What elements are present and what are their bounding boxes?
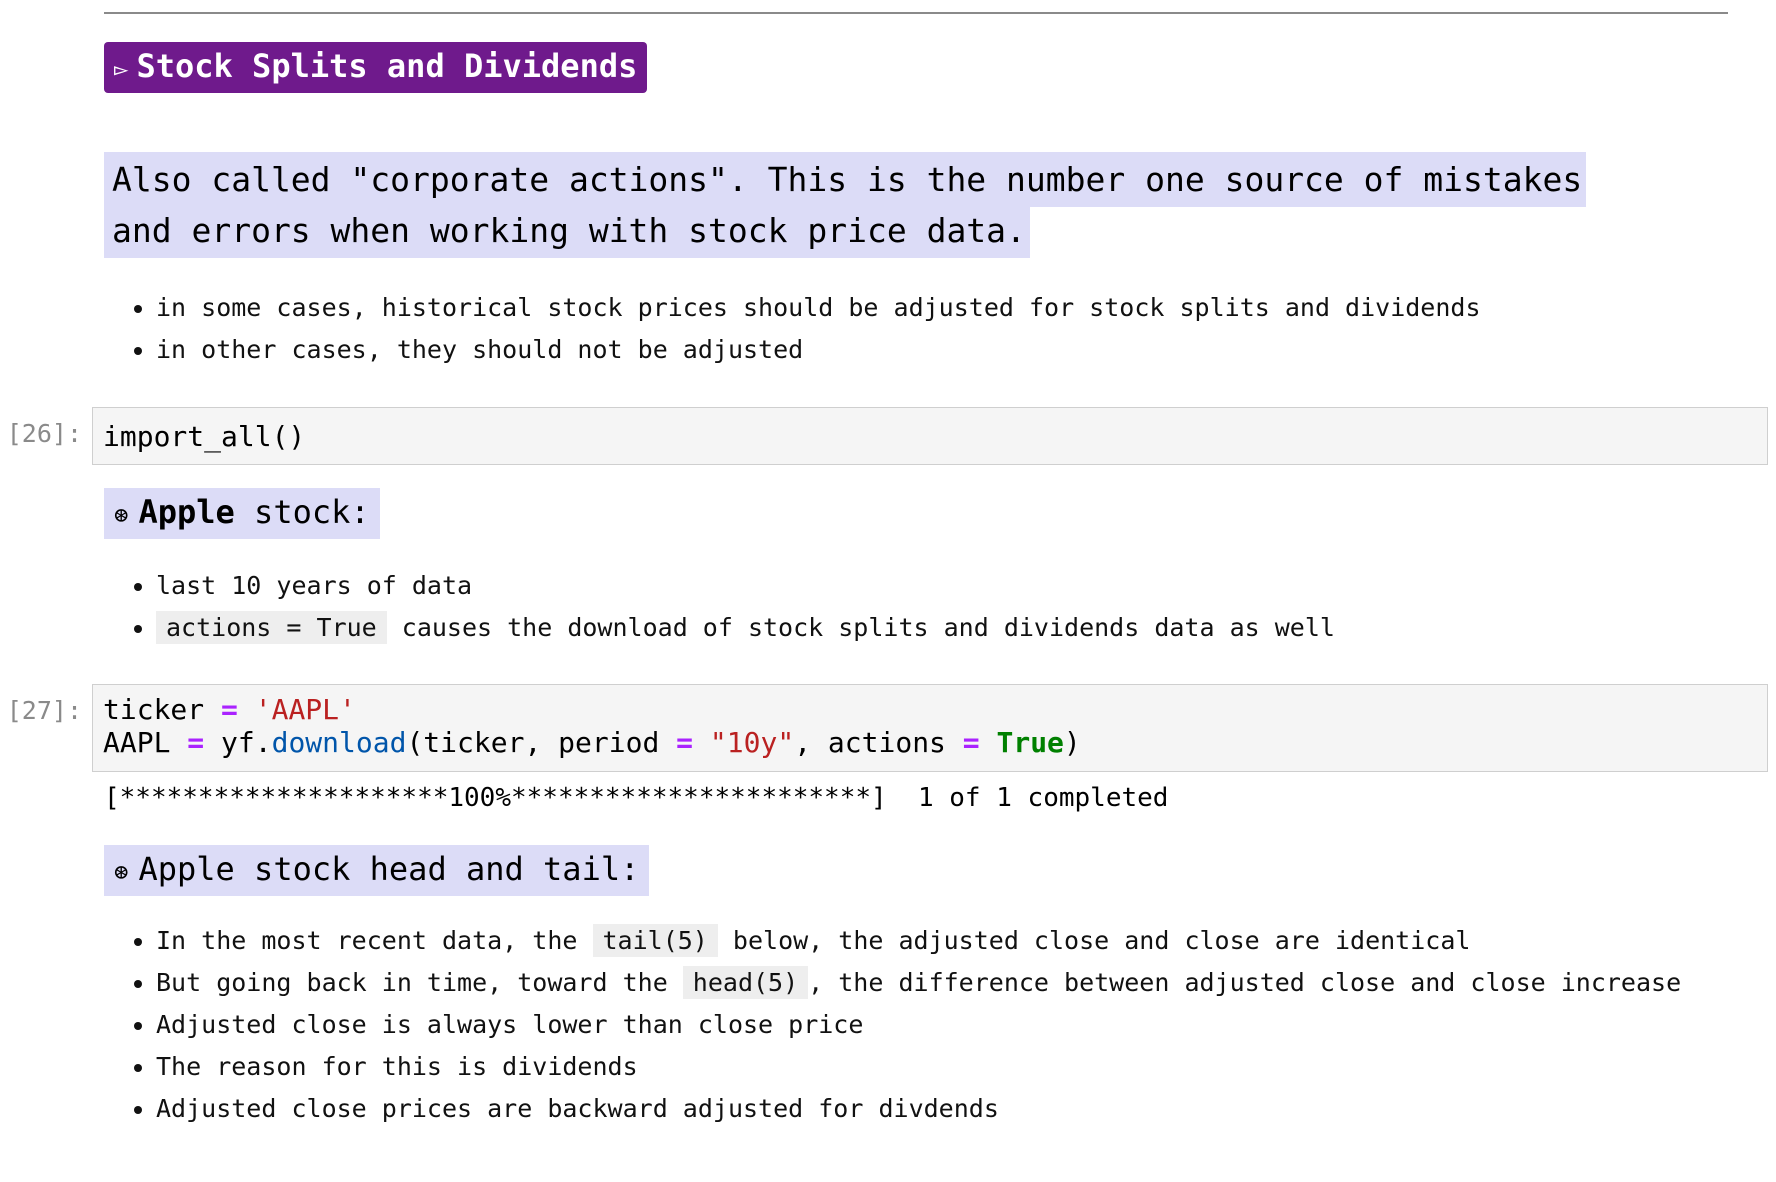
- code-text: import_all(): [103, 420, 306, 453]
- subheader-bold: Apple: [138, 493, 235, 531]
- section-header: ▻ Stock Splits and Dividends: [104, 42, 648, 93]
- code-cell-27[interactable]: ticker = 'AAPL' AAPL = yf.download(ticker…: [92, 684, 1768, 772]
- list-item-text: , the difference between adjusted close …: [808, 968, 1682, 997]
- list-item: Adjusted close is always lower than clos…: [156, 1004, 1696, 1046]
- code-token: (ticker, period: [406, 726, 677, 759]
- list-item: in some cases, historical stock prices s…: [156, 287, 1696, 329]
- intro-highlight: Also called "corporate actions". This is…: [104, 152, 1587, 258]
- markdown-cell-apple-header[interactable]: ⊛ Apple stock:: [104, 488, 380, 539]
- code-token: ): [1063, 726, 1081, 759]
- section-title: Stock Splits and Dividends: [136, 47, 638, 85]
- subheader-apple-stock: ⊛ Apple stock:: [104, 488, 380, 539]
- horizontal-divider: [104, 12, 1728, 14]
- code-token: ticker: [103, 693, 222, 726]
- code-token: 'AAPL': [254, 693, 356, 726]
- circled-asterisk-icon: ⊛: [114, 501, 129, 529]
- code-token: =: [962, 726, 980, 759]
- list-item-text: In the most recent data, the: [156, 926, 593, 955]
- triangle-right-icon: ▻: [114, 55, 129, 83]
- cell-output-progress: [*********************100%**************…: [104, 783, 1169, 813]
- code-token: True: [996, 726, 1064, 759]
- code-token: =: [221, 693, 238, 726]
- code-token: AAPL: [103, 726, 188, 759]
- code-line-2: AAPL = yf.download(ticker, period = "10y…: [103, 726, 1757, 759]
- list-item: actions = True causes the download of st…: [156, 607, 1696, 649]
- markdown-cell-section-header[interactable]: ▻ Stock Splits and Dividends: [104, 42, 648, 93]
- subheader-text: Apple stock head and tail:: [138, 850, 640, 888]
- code-token: =: [676, 726, 694, 759]
- cell-prompt-26: [26]:: [6, 419, 82, 448]
- list-item: The reason for this is dividends: [156, 1046, 1696, 1088]
- list-item-text: But going back in time, toward the: [156, 968, 683, 997]
- code-token: , actions: [794, 726, 963, 759]
- head-tail-bullet-list: In the most recent data, the tail(5) bel…: [104, 920, 1696, 1130]
- inline-code: actions = True: [156, 611, 387, 644]
- list-item-text: causes the download of stock splits and …: [386, 613, 1335, 642]
- subheader-rest: stock:: [234, 493, 370, 531]
- code-line-1: ticker = 'AAPL': [103, 693, 1757, 726]
- code-token: "10y": [709, 726, 795, 759]
- intro-bullet-list: in some cases, historical stock prices s…: [104, 287, 1696, 371]
- subheader-head-tail: ⊛ Apple stock head and tail:: [104, 845, 650, 896]
- code-token: download: [271, 726, 407, 759]
- apple-bullet-list: last 10 years of data actions = True cau…: [104, 565, 1696, 649]
- code-token: yf.: [204, 726, 272, 759]
- list-item: Adjusted close prices are backward adjus…: [156, 1088, 1696, 1130]
- list-item-text: below, the adjusted close and close are …: [717, 926, 1471, 955]
- list-item: in other cases, they should not be adjus…: [156, 329, 1696, 371]
- code-token: =: [187, 726, 205, 759]
- inline-code: head(5): [682, 966, 809, 999]
- list-item: In the most recent data, the tail(5) bel…: [156, 920, 1696, 962]
- intro-paragraph: Also called "corporate actions". This is…: [104, 152, 1644, 258]
- list-item: last 10 years of data: [156, 565, 1696, 607]
- list-item: But going back in time, toward the head(…: [156, 962, 1696, 1004]
- cell-prompt-27: [27]:: [6, 696, 82, 725]
- markdown-cell-head-tail-header[interactable]: ⊛ Apple stock head and tail:: [104, 845, 650, 896]
- circled-asterisk-icon: ⊛: [114, 858, 129, 886]
- inline-code: tail(5): [592, 924, 718, 957]
- code-cell-26[interactable]: import_all(): [92, 407, 1768, 465]
